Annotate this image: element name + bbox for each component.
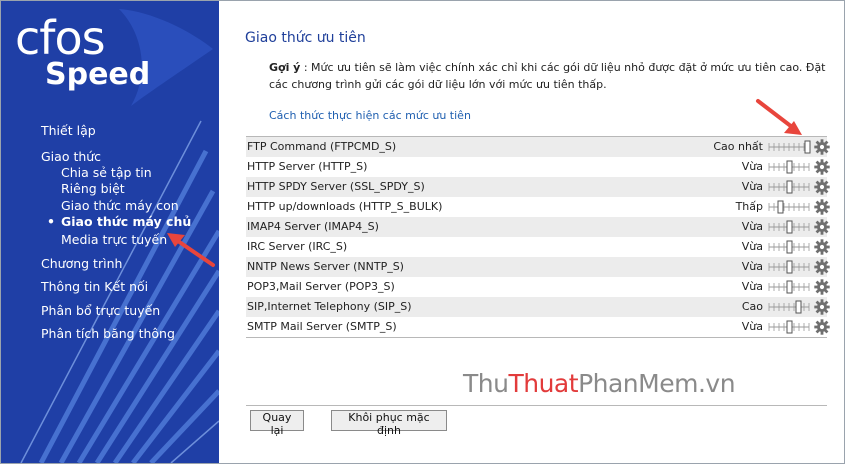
main-panel: Giao thức ưu tiên Gợi ý : Mức ưu tiên sẽ… [219,1,844,463]
back-button[interactable]: Quay lại [250,410,304,437]
watermark-part-1: Thu [463,369,509,398]
protocol-name: SIP,Internet Telephony (SIP_S) [247,300,412,313]
watermark-part-2: Thuat [508,369,579,398]
protocol-row: POP3,Mail Server (POP3_S) Vừa [246,277,830,297]
gear-icon[interactable] [814,319,830,335]
priority-slider[interactable] [767,140,811,154]
protocol-row: FTP Command (FTPCMD_S) Cao nhất [246,137,830,157]
priority-slider[interactable] [767,300,811,314]
protocol-row: IMAP4 Server (IMAP4_S) Vừa [246,217,830,237]
priority-label: Vừa [741,180,763,193]
gear-icon[interactable] [814,279,830,295]
protocol-name: IMAP4 Server (IMAP4_S) [247,220,379,233]
gear-icon[interactable] [814,299,830,315]
priority-label: Vừa [741,240,763,253]
sidebar-item-settings[interactable]: Thiết lập [41,123,96,139]
watermark: ThuThuatPhanMem.vn [463,369,736,398]
watermark-part-4: .vn [697,369,736,398]
sidebar-item-online-budget[interactable]: Phân bổ trực tuyến [41,303,160,319]
protocol-row: NNTP News Server (NNTP_S) Vừa [246,257,830,277]
red-arrow-icon [167,233,215,267]
gear-icon[interactable] [814,179,830,195]
protocol-name: IRC Server (IRC_S) [247,240,348,253]
hint-text: Gợi ý : Mức ưu tiên sẽ làm việc chính xá… [269,59,829,93]
priority-label: Vừa [741,260,763,273]
priority-label: Vừa [741,160,763,173]
protocol-name: FTP Command (FTPCMD_S) [247,140,397,153]
sidebar-item-programs[interactable]: Chương trình [41,256,122,272]
sidebar-item-protocols[interactable]: Giao thức [41,149,101,165]
priority-slider[interactable] [767,240,811,254]
protocol-name: SMTP Mail Server (SMTP_S) [247,320,397,333]
sidebar-item-streaming-media[interactable]: Media trực tuyến [61,232,167,248]
protocol-table: FTP Command (FTPCMD_S) Cao nhất HTTP Serve… [246,136,830,338]
priority-label: Cao [741,300,763,313]
protocol-name: HTTP up/downloads (HTTP_S_BULK) [247,200,443,213]
gear-icon[interactable] [814,259,830,275]
priority-label: Vừa [741,280,763,293]
divider [246,405,827,406]
priority-slider[interactable] [767,200,811,214]
gear-icon[interactable] [814,219,830,235]
gear-icon[interactable] [814,199,830,215]
sidebar-item-file-sharing[interactable]: Chia sẻ tập tin [61,165,152,181]
active-bullet-icon: • [47,214,55,229]
gear-icon[interactable] [814,239,830,255]
priority-slider[interactable] [767,280,811,294]
logo-text-speed: Speed [45,57,151,92]
protocol-name: NNTP News Server (NNTP_S) [247,260,404,273]
priority-slider[interactable] [767,180,811,194]
protocol-name: POP3,Mail Server (POP3_S) [247,280,395,293]
priority-label: Vừa [741,320,763,333]
watermark-part-3: PhanMem [578,369,698,398]
protocol-row: HTTP Server (HTTP_S) Vừa [246,157,830,177]
protocol-row: HTTP SPDY Server (SSL_SPDY_S) Vừa [246,177,830,197]
hint-label: Gợi ý [269,61,301,74]
priority-label: Thấp [735,200,763,213]
sidebar: cfos Speed Thiết lập Giao thức Chia sẻ t… [1,1,219,463]
priority-label: Cao nhất [713,140,763,153]
hint-body: : Mức ưu tiên sẽ làm việc chính xác chỉ … [269,61,826,91]
priority-slider[interactable] [767,260,811,274]
sidebar-item-client-protocols[interactable]: Giao thức máy con [61,198,179,214]
priority-slider[interactable] [767,320,811,334]
priority-label: Vừa [741,220,763,233]
protocol-row: HTTP up/downloads (HTTP_S_BULK) Thấp [246,197,830,217]
protocol-row: SIP,Internet Telephony (SIP_S) Cao [246,297,830,317]
sidebar-item-private[interactable]: Riêng biệt [61,181,125,197]
protocol-name: HTTP Server (HTTP_S) [247,160,368,173]
priority-howto-link[interactable]: Cách thức thực hiện các mức ưu tiên [269,109,471,122]
page-title: Giao thức ưu tiên [245,30,366,46]
restore-defaults-button[interactable]: Khôi phục mặc định [331,410,447,437]
priority-slider[interactable] [767,220,811,234]
protocol-row: IRC Server (IRC_S) Vừa [246,237,830,257]
red-arrow-icon [756,99,802,135]
sidebar-item-bandwidth-analysis[interactable]: Phân tích băng thông [41,326,175,342]
gear-icon[interactable] [814,159,830,175]
sidebar-item-connection-info[interactable]: Thông tin Kết nối [41,279,148,295]
protocol-name: HTTP SPDY Server (SSL_SPDY_S) [247,180,425,193]
logo-text-cfos: cfos [15,11,106,65]
priority-slider[interactable] [767,160,811,174]
gear-icon[interactable] [814,139,830,155]
protocol-row: SMTP Mail Server (SMTP_S) Vừa [246,317,830,337]
